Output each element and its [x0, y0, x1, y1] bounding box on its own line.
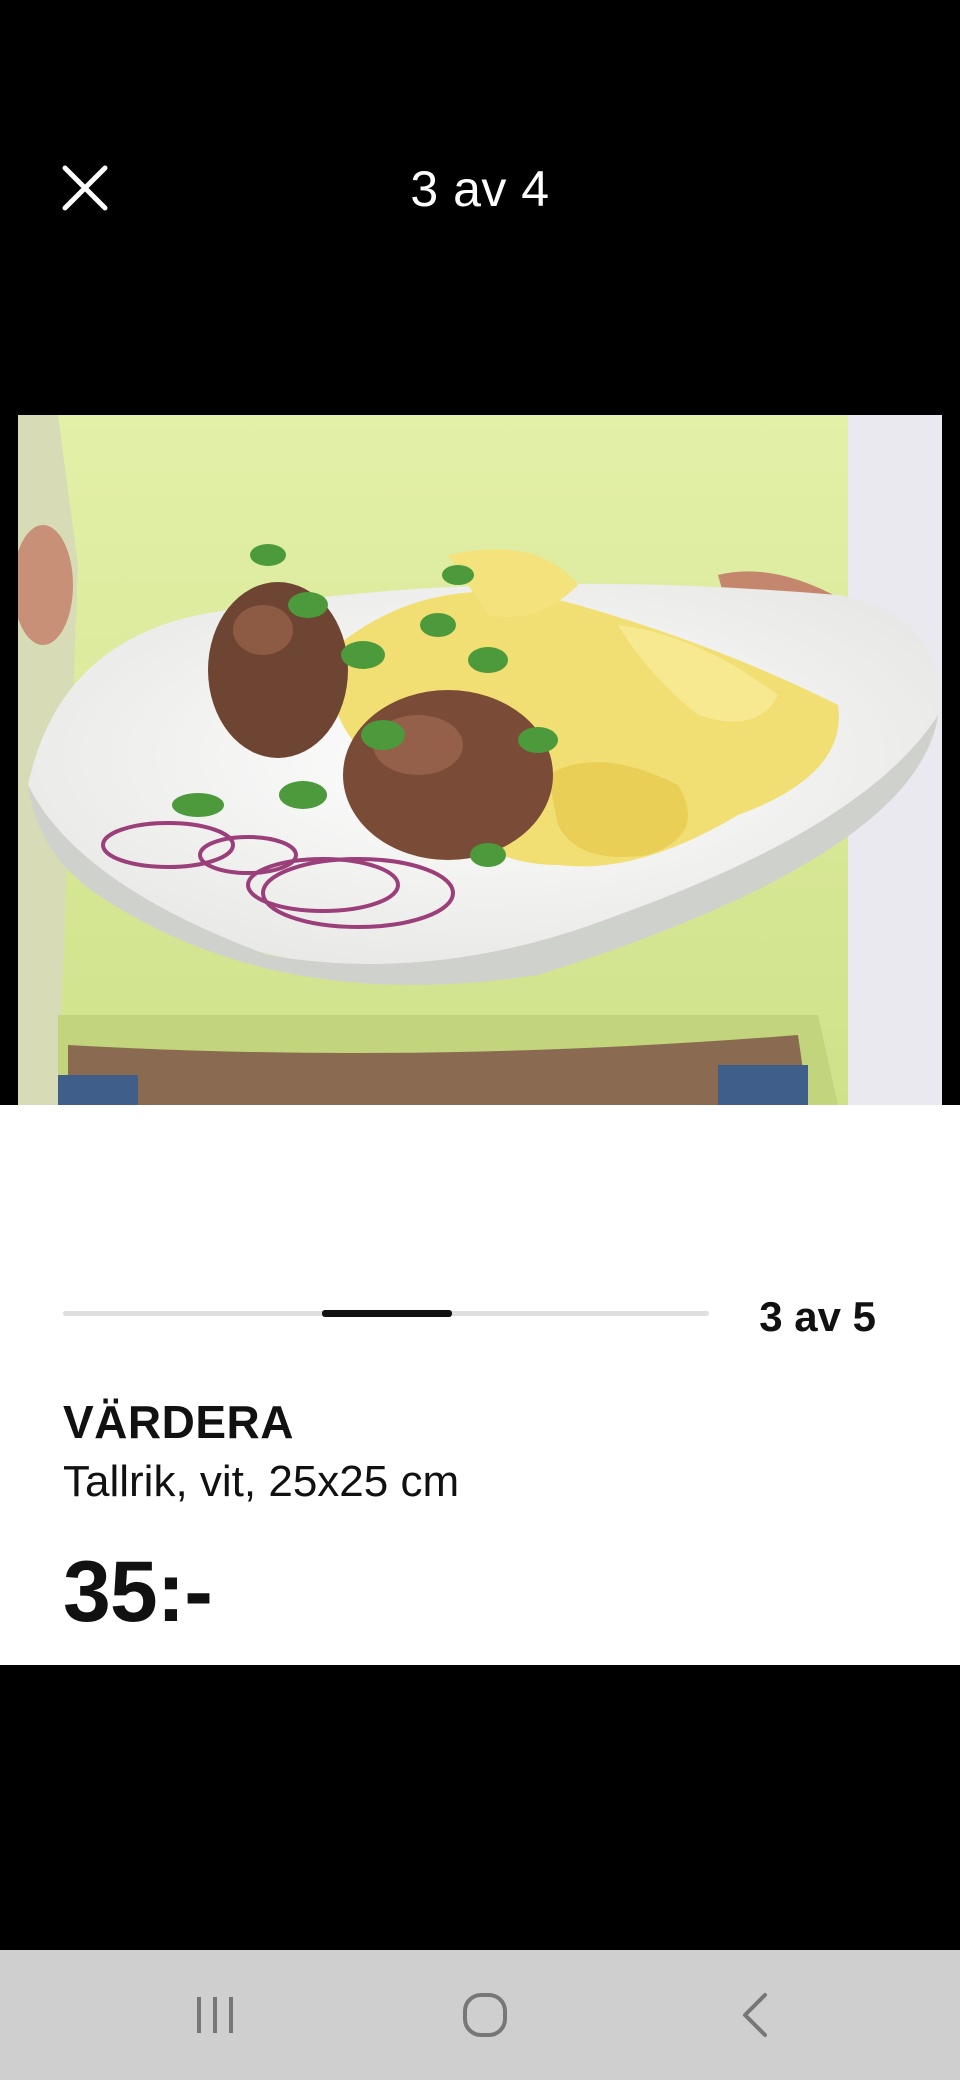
viewer-header: 3 av 4 — [0, 0, 960, 400]
product-description: Tallrik, vit, 25x25 cm — [63, 1457, 460, 1506]
slide-counter: 3 av 5 — [759, 1293, 876, 1340]
product-name: VÄRDERA — [63, 1396, 294, 1448]
product-card: 3 av 5 VÄRDERA Tallrik, vit, 25x25 cm 35… — [0, 1105, 960, 1665]
system-navigation-bar — [0, 1950, 960, 2080]
home-icon — [463, 1993, 507, 2037]
product-price: 35:- — [63, 1544, 213, 1640]
carousel-progress-track — [63, 1310, 709, 1317]
recent-apps-icon — [197, 1997, 233, 2033]
recent-apps-button[interactable] — [135, 1950, 295, 2080]
back-button[interactable] — [675, 1950, 835, 2080]
home-button[interactable] — [405, 1950, 565, 2080]
carousel-progress-indicator — [322, 1310, 452, 1317]
back-icon — [743, 1993, 767, 2037]
product-photo[interactable] — [18, 415, 942, 1105]
image-counter: 3 av 4 — [410, 161, 550, 217]
image-viewer: 3 av 4 3 av 5 VÄRDERA Tallrik, vit, 25x2… — [0, 0, 960, 2080]
product-image — [18, 415, 942, 1105]
